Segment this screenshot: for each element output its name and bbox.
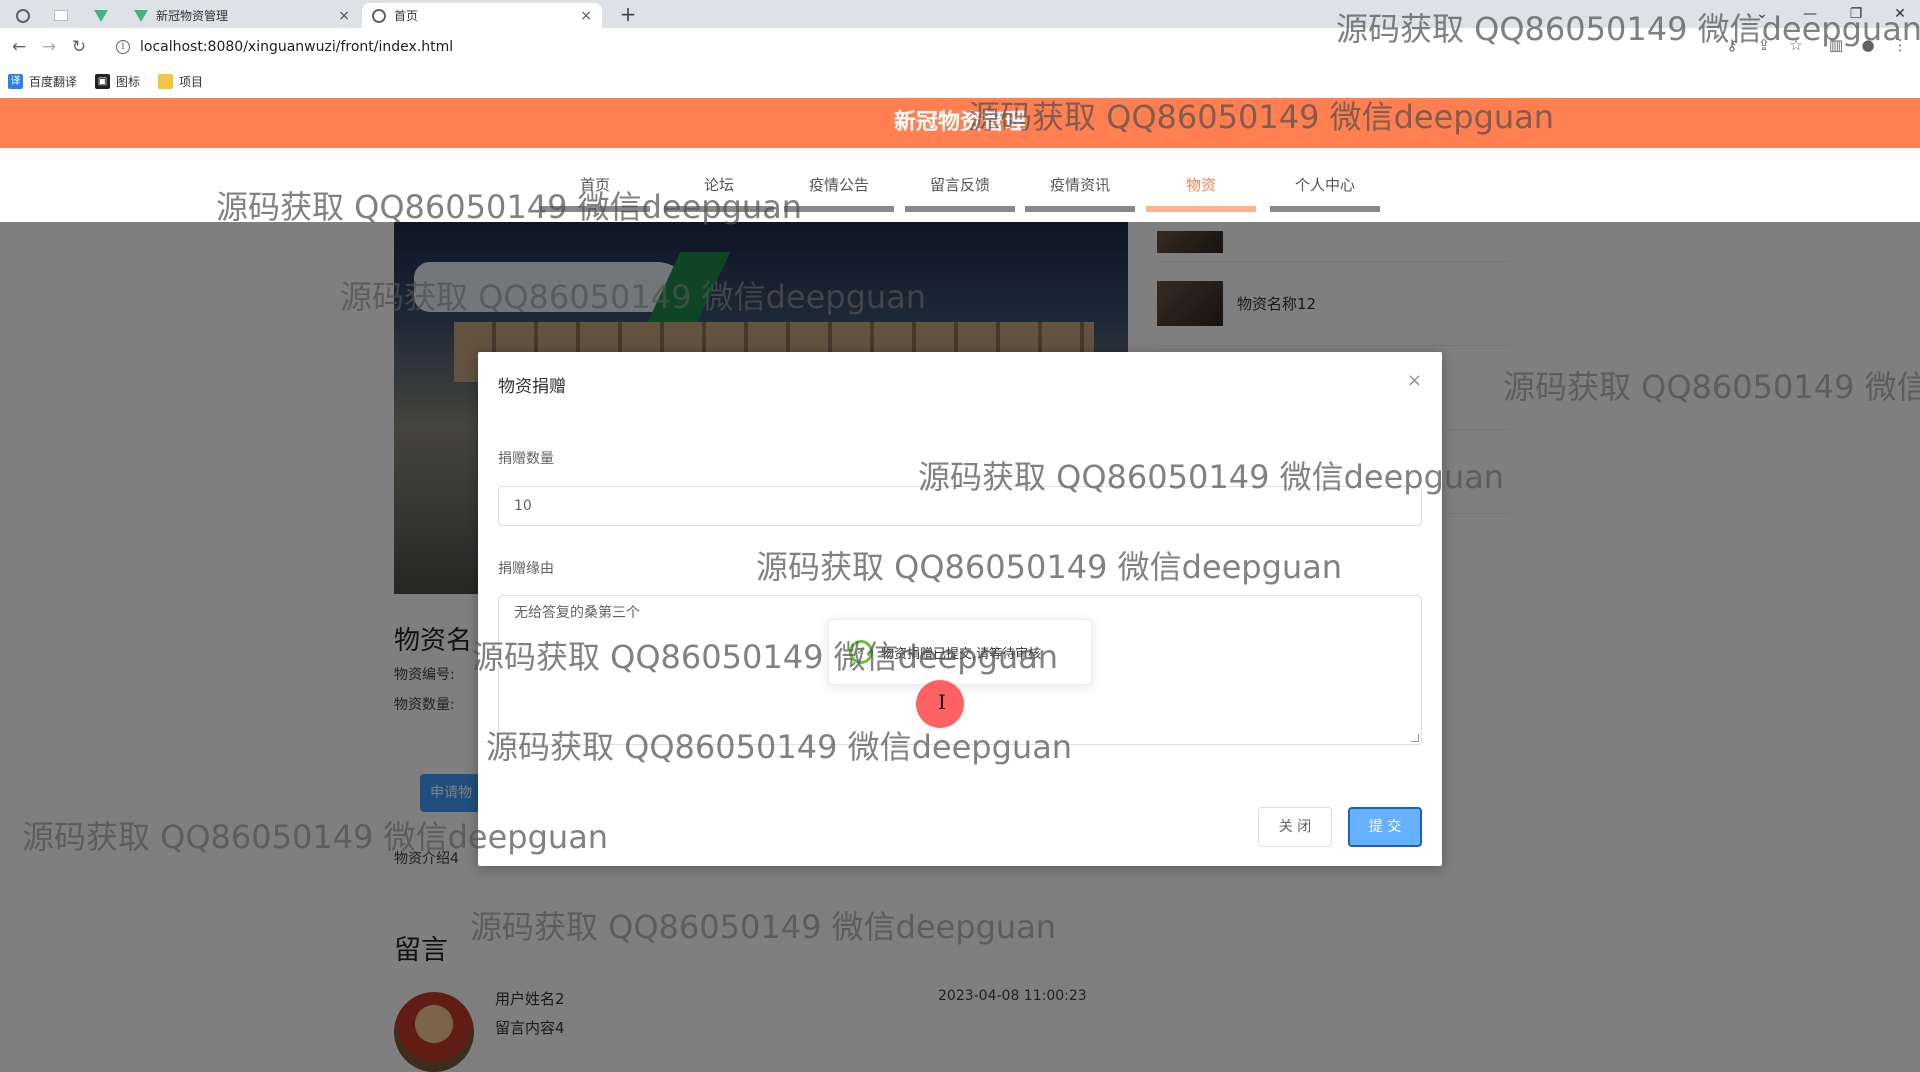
vue-logo-icon — [134, 9, 148, 22]
bookmark-icons[interactable]: ▣ 图标 — [95, 73, 140, 90]
globe-icon — [16, 8, 30, 23]
bookmark-project[interactable]: 项目 — [158, 73, 203, 90]
watermark: 源码获取 QQ86050149 微信deepguan — [216, 188, 803, 226]
site-info-icon[interactable]: i — [116, 40, 130, 54]
watermark: 源码获取 QQ86050149 微信deepguan — [22, 818, 609, 856]
watermark: 源码获取 QQ86050149 微信deepguan — [340, 278, 927, 316]
close-button[interactable]: 关 闭 — [1258, 807, 1332, 847]
translate-icon: 译 — [8, 73, 23, 89]
bookmark-label: 项目 — [179, 74, 204, 89]
tab-xinguan[interactable]: 新冠物资管理 × — [124, 3, 360, 28]
close-icon[interactable]: × — [580, 8, 592, 24]
url-text: localhost:8080/xinguanwuzi/front/index.h… — [140, 39, 454, 55]
watermark: 源码获取 QQ86050149 微信deepguan — [486, 728, 1073, 766]
donation-dialog: 物资捐赠 × 捐赠数量 10 捐赠缘由 无给答复的桑第三个 关 闭 提 交 — [478, 352, 1442, 866]
tab-home[interactable]: 首页 × — [362, 3, 602, 28]
site-header: 新冠物资管理 — [0, 98, 1920, 148]
pinned-tab-blank[interactable] — [44, 3, 78, 28]
watermark: 源码获取 QQ86050149 微信deepguan — [968, 98, 1555, 136]
bookmark-baidu-translate[interactable]: 译百度翻译 — [8, 73, 77, 90]
resize-handle-icon[interactable] — [1411, 734, 1419, 742]
watermark: 源码获取 QQ86050149 微信deepguan — [1336, 10, 1920, 48]
reload-icon[interactable]: ↻ — [64, 37, 94, 57]
nav-supplies[interactable]: 物资 — [1146, 170, 1256, 212]
watermark: 源码获取 QQ86050149 微信deepguan — [472, 638, 1059, 676]
nav-news[interactable]: 疫情资讯 — [1025, 170, 1135, 212]
globe-icon — [372, 8, 386, 23]
watermark: 源码获取 QQ86050149 微信deepguan — [918, 458, 1505, 496]
submit-button[interactable]: 提 交 — [1348, 807, 1422, 847]
new-tab-button[interactable]: + — [616, 2, 640, 26]
watermark: 源码获取 QQ86050149 微信deepguan — [756, 548, 1343, 586]
vue-logo-icon — [94, 9, 108, 22]
nav-feedback[interactable]: 留言反馈 — [905, 170, 1015, 212]
dialog-title: 物资捐赠 — [498, 377, 566, 397]
qty-label: 捐赠数量 — [498, 451, 554, 467]
blank-page-icon — [54, 10, 68, 21]
watermark: 源码获取 QQ86050149 微信deepguan — [470, 908, 1057, 946]
nav-personal-center[interactable]: 个人中心 — [1270, 170, 1380, 212]
close-icon[interactable]: × — [338, 8, 350, 24]
tab-title: 首页 — [394, 9, 419, 23]
tab-title: 新冠物资管理 — [156, 9, 229, 23]
bookmarks-bar: 译百度翻译 ▣ 图标 项目 — [0, 66, 1920, 96]
text-cursor-icon: I — [938, 690, 946, 714]
image-icon: ▣ — [95, 73, 111, 89]
pinned-tab-globe[interactable] — [6, 3, 40, 28]
folder-icon — [158, 73, 174, 89]
watermark: 源码获取 QQ86050149 微信deepguan — [1503, 368, 1920, 406]
forward-arrow-icon[interactable]: → — [34, 37, 64, 57]
reason-text: 无给答复的桑第三个 — [514, 605, 640, 621]
reason-label: 捐赠缘由 — [498, 561, 554, 577]
close-icon[interactable]: × — [1407, 370, 1422, 391]
back-arrow-icon[interactable]: ← — [4, 37, 34, 57]
bookmark-label: 图标 — [116, 74, 141, 89]
pinned-tab-vue[interactable] — [84, 3, 118, 28]
bookmark-label: 百度翻译 — [29, 74, 78, 89]
